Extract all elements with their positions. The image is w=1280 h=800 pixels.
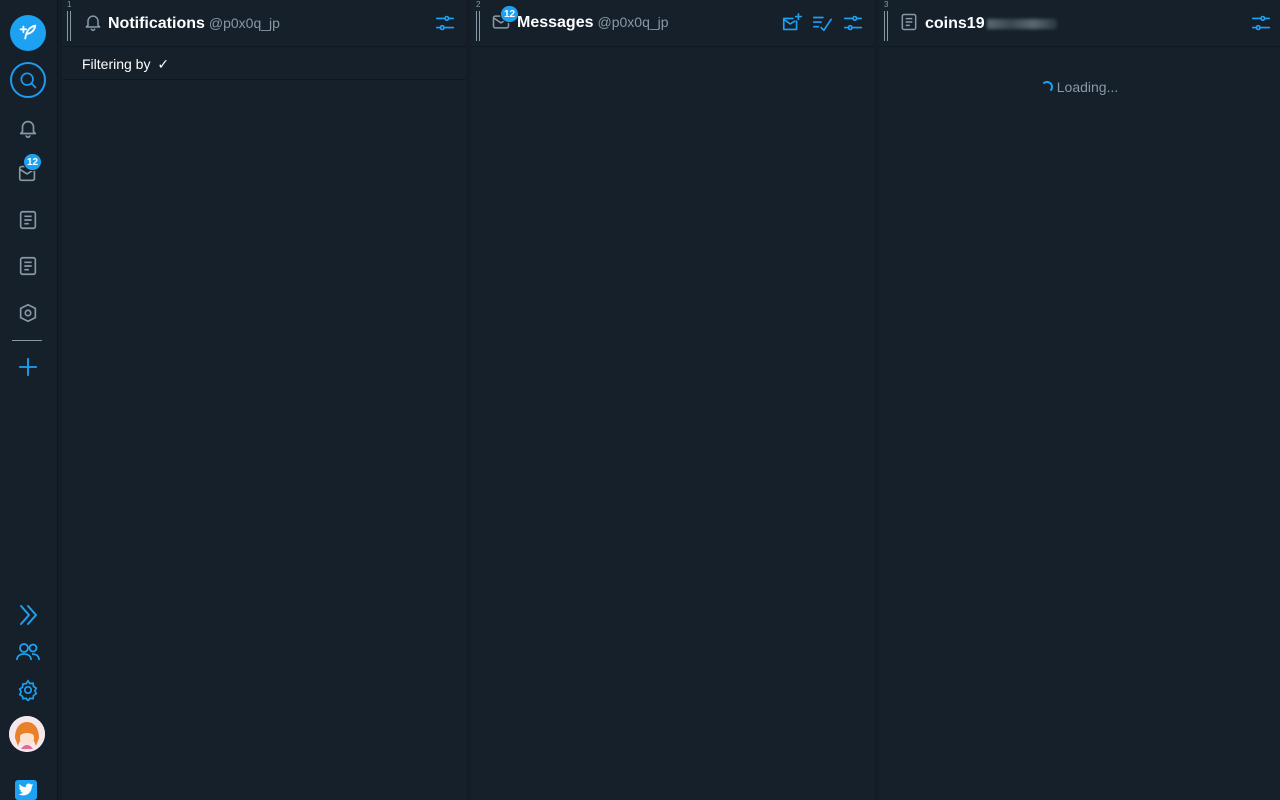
column-header: coins19 (879, 0, 1280, 47)
column-account-handle: @p0x0q_jp (597, 14, 669, 30)
column-title-text: coins19 (925, 15, 985, 32)
avatar-image (9, 716, 45, 752)
filter-label: Filtering by ✓ (82, 56, 169, 73)
list-nav-button-1[interactable] (7, 199, 49, 241)
column-options-icon[interactable] (842, 12, 864, 34)
column-list: 3 coins19 Loading... (879, 0, 1280, 800)
mark-all-read-icon[interactable] (811, 12, 833, 34)
sidebar: 12 (0, 0, 58, 800)
column-drag-handle[interactable] (476, 11, 480, 41)
column-title: coins19 (925, 15, 1057, 33)
check-icon: ✓ (157, 56, 170, 72)
add-column-button[interactable] (7, 346, 49, 388)
list-icon (901, 13, 917, 31)
spinner-icon (1040, 81, 1053, 93)
redacted-list-name (986, 18, 1057, 29)
sidebar-divider (12, 340, 42, 341)
search-button[interactable] (10, 62, 46, 98)
bell-icon (19, 120, 37, 138)
expand-sidebar-button[interactable] (7, 594, 49, 636)
column-drag-handle[interactable] (884, 11, 888, 41)
filter-row[interactable]: Filtering by ✓ (62, 48, 466, 80)
gear-icon (18, 679, 38, 701)
column-header: Notifications @p0x0q_jp (62, 0, 466, 47)
feather-plus-icon (19, 24, 37, 40)
column-title: Messages @p0x0q_jp (517, 14, 669, 32)
settings-button[interactable] (7, 669, 49, 711)
twitter-bird-icon (18, 783, 34, 796)
bell-icon (85, 15, 101, 32)
people-icon (16, 643, 40, 661)
double-chevron-right-icon (20, 605, 37, 625)
column-title-text: Messages (517, 14, 594, 31)
loading-indicator: Loading... (879, 79, 1280, 95)
list-icon (19, 256, 37, 276)
column-options-icon[interactable] (434, 12, 456, 34)
list-icon (19, 210, 37, 230)
column-messages: 2 12 Messages @p0x0q_jp (471, 0, 874, 800)
column-header: 12 Messages @p0x0q_jp (471, 0, 874, 47)
column-account-handle: @p0x0q_jp (208, 15, 280, 31)
messages-badge: 12 (23, 153, 43, 171)
compose-button[interactable] (10, 15, 46, 51)
column-drag-handle[interactable] (67, 11, 71, 41)
column-title-text: Notifications (108, 15, 205, 32)
column-options-icon[interactable] (1250, 12, 1272, 34)
search-icon (20, 72, 37, 89)
filter-label-text: Filtering by (82, 56, 151, 72)
plus-icon (18, 357, 38, 377)
new-message-icon[interactable] (781, 12, 803, 34)
twitter-logo[interactable] (15, 780, 37, 800)
notifications-nav-button[interactable] (7, 107, 49, 149)
column-title: Notifications @p0x0q_jp (108, 15, 280, 33)
home-hexagon-icon (19, 303, 37, 323)
accounts-button[interactable] (7, 631, 49, 673)
loading-text: Loading... (1056, 79, 1119, 95)
column-notifications: 1 Notifications @p0x0q_jp Filtering by ✓ (62, 0, 466, 800)
activity-nav-button[interactable] (7, 292, 49, 334)
list-nav-button-2[interactable] (7, 245, 49, 287)
messages-nav-button[interactable]: 12 (7, 152, 49, 194)
avatar[interactable] (9, 716, 45, 752)
